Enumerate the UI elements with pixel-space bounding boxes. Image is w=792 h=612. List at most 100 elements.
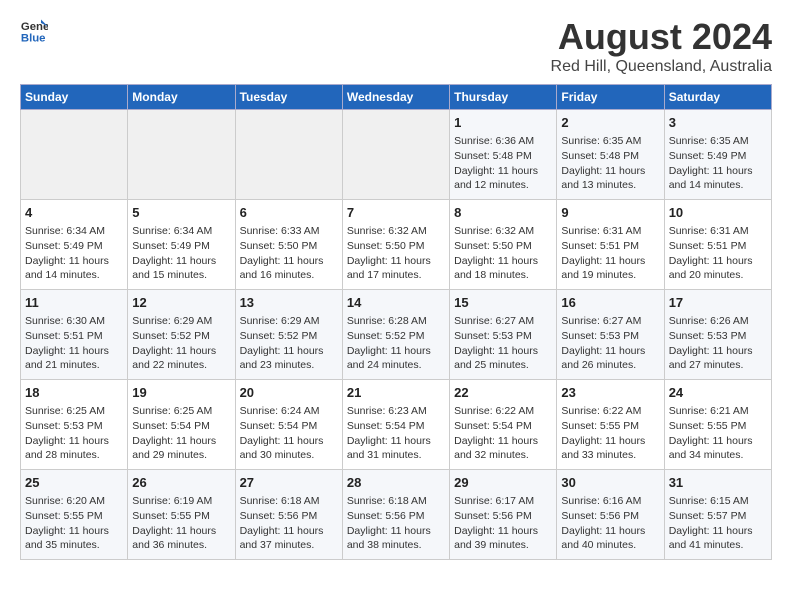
week-row-1: 1Sunrise: 6:36 AMSunset: 5:48 PMDaylight… <box>21 110 772 200</box>
day-header-monday: Monday <box>128 85 235 110</box>
day-info: Sunrise: 6:24 AMSunset: 5:54 PMDaylight:… <box>240 404 338 463</box>
day-info: Sunrise: 6:16 AMSunset: 5:56 PMDaylight:… <box>561 494 659 553</box>
day-cell <box>342 110 449 200</box>
day-cell: 11 Sunrise: 6:30 AMSunset: 5:51 PMDayligh… <box>21 290 128 380</box>
day-info: Sunrise: 6:25 AMSunset: 5:54 PMDaylight:… <box>132 404 230 463</box>
day-cell: 28 Sunrise: 6:18 AMSunset: 5:56 PMDayligh… <box>342 470 449 560</box>
day-header-wednesday: Wednesday <box>342 85 449 110</box>
day-cell: 7 Sunrise: 6:32 AMSunset: 5:50 PMDaylight… <box>342 200 449 290</box>
day-number: 7 <box>347 204 445 222</box>
day-cell: 21Sunrise: 6:23 AMSunset: 5:54 PMDayligh… <box>342 380 449 470</box>
day-number: 29 <box>454 474 552 492</box>
day-info: Sunrise: 6:35 AMSunset: 5:49 PMDaylight:… <box>669 134 767 193</box>
logo-icon: General Blue <box>20 16 48 44</box>
calendar-table: SundayMondayTuesdayWednesdayThursdayFrid… <box>20 84 772 560</box>
day-number: 12 <box>132 294 230 312</box>
day-number: 14 <box>347 294 445 312</box>
day-cell <box>235 110 342 200</box>
day-cell: 23Sunrise: 6:22 AMSunset: 5:55 PMDayligh… <box>557 380 664 470</box>
day-info: Sunrise: 6:28 AMSunset: 5:52 PMDaylight:… <box>347 314 445 373</box>
day-number: 4 <box>25 204 123 222</box>
week-row-3: 11 Sunrise: 6:30 AMSunset: 5:51 PMDayligh… <box>21 290 772 380</box>
day-info: Sunrise: 6:34 AMSunset: 5:49 PMDaylight:… <box>132 224 230 283</box>
day-info: Sunrise: 6:29 AMSunset: 5:52 PMDaylight:… <box>132 314 230 373</box>
day-info: Sunrise: 6:31 AMSunset: 5:51 PMDaylight:… <box>669 224 767 283</box>
day-info: Sunrise: 6:35 AMSunset: 5:48 PMDaylight:… <box>561 134 659 193</box>
day-header-tuesday: Tuesday <box>235 85 342 110</box>
day-number: 16 <box>561 294 659 312</box>
day-info: Sunrise: 6:20 AMSunset: 5:55 PMDaylight:… <box>25 494 123 553</box>
day-cell: 18Sunrise: 6:25 AMSunset: 5:53 PMDayligh… <box>21 380 128 470</box>
day-cell: 9 Sunrise: 6:31 AMSunset: 5:51 PMDaylight… <box>557 200 664 290</box>
day-header-thursday: Thursday <box>450 85 557 110</box>
day-cell: 3Sunrise: 6:35 AMSunset: 5:49 PMDaylight… <box>664 110 771 200</box>
day-cell: 4 Sunrise: 6:34 AMSunset: 5:49 PMDaylight… <box>21 200 128 290</box>
day-header-sunday: Sunday <box>21 85 128 110</box>
day-info: Sunrise: 6:27 AMSunset: 5:53 PMDaylight:… <box>561 314 659 373</box>
day-info: Sunrise: 6:30 AMSunset: 5:51 PMDaylight:… <box>25 314 123 373</box>
svg-text:Blue: Blue <box>21 32 46 44</box>
day-info: Sunrise: 6:32 AMSunset: 5:50 PMDaylight:… <box>347 224 445 283</box>
day-cell: 26 Sunrise: 6:19 AMSunset: 5:55 PMDayligh… <box>128 470 235 560</box>
day-info: Sunrise: 6:31 AMSunset: 5:51 PMDaylight:… <box>561 224 659 283</box>
logo: General Blue <box>20 16 48 44</box>
day-cell: 5 Sunrise: 6:34 AMSunset: 5:49 PMDaylight… <box>128 200 235 290</box>
day-number: 20 <box>240 384 338 402</box>
day-info: Sunrise: 6:36 AMSunset: 5:48 PMDaylight:… <box>454 134 552 193</box>
day-cell: 25 Sunrise: 6:20 AMSunset: 5:55 PMDayligh… <box>21 470 128 560</box>
day-info: Sunrise: 6:22 AMSunset: 5:54 PMDaylight:… <box>454 404 552 463</box>
day-number: 9 <box>561 204 659 222</box>
day-cell: 2 Sunrise: 6:35 AMSunset: 5:48 PMDaylight… <box>557 110 664 200</box>
day-cell: 8 Sunrise: 6:32 AMSunset: 5:50 PMDaylight… <box>450 200 557 290</box>
day-number: 26 <box>132 474 230 492</box>
day-number: 27 <box>240 474 338 492</box>
day-number: 28 <box>347 474 445 492</box>
day-number: 21 <box>347 384 445 402</box>
day-number: 2 <box>561 114 659 132</box>
day-header-friday: Friday <box>557 85 664 110</box>
day-number: 23 <box>561 384 659 402</box>
day-cell: 30 Sunrise: 6:16 AMSunset: 5:56 PMDayligh… <box>557 470 664 560</box>
day-info: Sunrise: 6:18 AMSunset: 5:56 PMDaylight:… <box>347 494 445 553</box>
day-number: 13 <box>240 294 338 312</box>
day-number: 30 <box>561 474 659 492</box>
day-info: Sunrise: 6:21 AMSunset: 5:55 PMDaylight:… <box>669 404 767 463</box>
day-cell: 16 Sunrise: 6:27 AMSunset: 5:53 PMDayligh… <box>557 290 664 380</box>
day-number: 25 <box>25 474 123 492</box>
day-info: Sunrise: 6:19 AMSunset: 5:55 PMDaylight:… <box>132 494 230 553</box>
day-cell: 31 Sunrise: 6:15 AMSunset: 5:57 PMDayligh… <box>664 470 771 560</box>
day-cell: 13 Sunrise: 6:29 AMSunset: 5:52 PMDayligh… <box>235 290 342 380</box>
day-number: 17 <box>669 294 767 312</box>
week-row-2: 4 Sunrise: 6:34 AMSunset: 5:49 PMDaylight… <box>21 200 772 290</box>
day-number: 8 <box>454 204 552 222</box>
day-number: 10 <box>669 204 767 222</box>
day-cell: 24 Sunrise: 6:21 AMSunset: 5:55 PMDayligh… <box>664 380 771 470</box>
day-number: 11 <box>25 294 123 312</box>
day-cell: 19 Sunrise: 6:25 AMSunset: 5:54 PMDayligh… <box>128 380 235 470</box>
day-info: Sunrise: 6:25 AMSunset: 5:53 PMDaylight:… <box>25 404 123 463</box>
day-cell: 15 Sunrise: 6:27 AMSunset: 5:53 PMDayligh… <box>450 290 557 380</box>
day-cell: 12 Sunrise: 6:29 AMSunset: 5:52 PMDayligh… <box>128 290 235 380</box>
day-cell <box>128 110 235 200</box>
day-info: Sunrise: 6:27 AMSunset: 5:53 PMDaylight:… <box>454 314 552 373</box>
header-row: SundayMondayTuesdayWednesdayThursdayFrid… <box>21 85 772 110</box>
week-row-5: 25 Sunrise: 6:20 AMSunset: 5:55 PMDayligh… <box>21 470 772 560</box>
day-cell <box>21 110 128 200</box>
day-number: 5 <box>132 204 230 222</box>
day-cell: 10 Sunrise: 6:31 AMSunset: 5:51 PMDayligh… <box>664 200 771 290</box>
day-info: Sunrise: 6:32 AMSunset: 5:50 PMDaylight:… <box>454 224 552 283</box>
day-cell: 20 Sunrise: 6:24 AMSunset: 5:54 PMDayligh… <box>235 380 342 470</box>
day-number: 15 <box>454 294 552 312</box>
day-info: Sunrise: 6:29 AMSunset: 5:52 PMDaylight:… <box>240 314 338 373</box>
day-number: 31 <box>669 474 767 492</box>
day-number: 19 <box>132 384 230 402</box>
day-info: Sunrise: 6:34 AMSunset: 5:49 PMDaylight:… <box>25 224 123 283</box>
day-info: Sunrise: 6:15 AMSunset: 5:57 PMDaylight:… <box>669 494 767 553</box>
day-number: 24 <box>669 384 767 402</box>
day-cell: 22Sunrise: 6:22 AMSunset: 5:54 PMDayligh… <box>450 380 557 470</box>
day-cell: 1Sunrise: 6:36 AMSunset: 5:48 PMDaylight… <box>450 110 557 200</box>
day-cell: 17Sunrise: 6:26 AMSunset: 5:53 PMDayligh… <box>664 290 771 380</box>
day-cell: 14 Sunrise: 6:28 AMSunset: 5:52 PMDayligh… <box>342 290 449 380</box>
page-header: General Blue August 2024 Red Hill, Queen… <box>20 16 772 76</box>
title-block: August 2024 Red Hill, Queensland, Austra… <box>551 16 772 76</box>
